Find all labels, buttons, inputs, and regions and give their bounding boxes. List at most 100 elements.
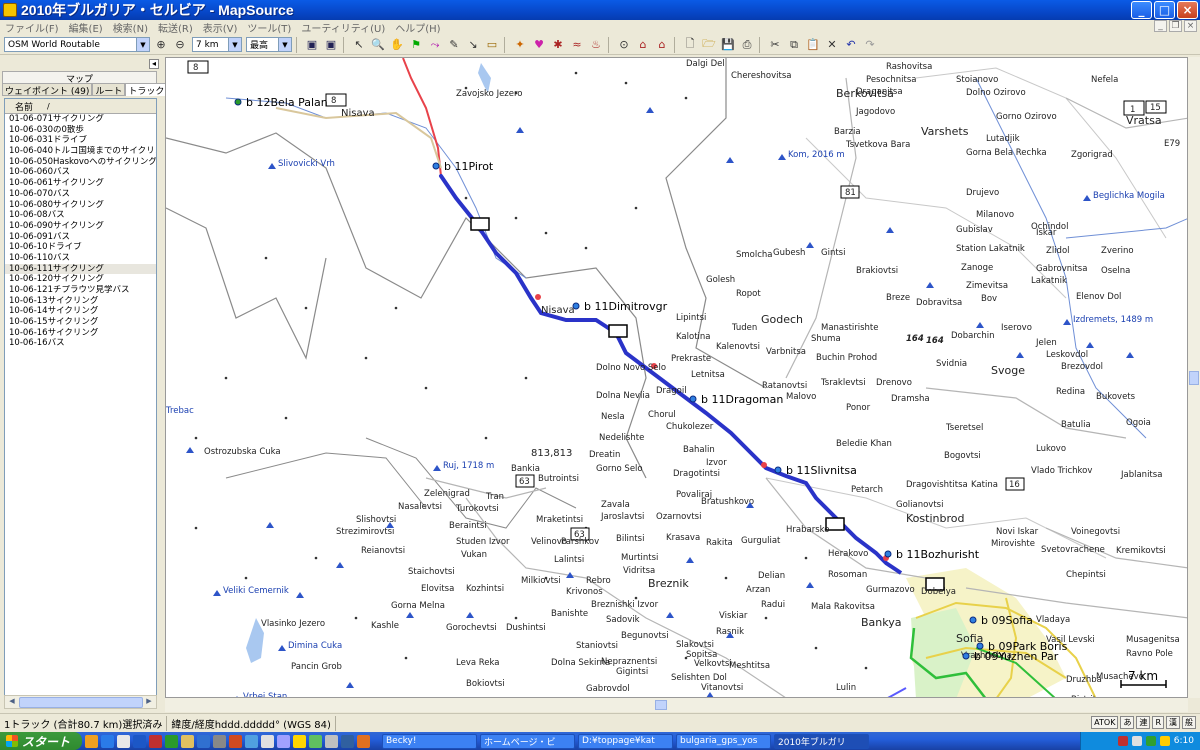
scrollbar-thumb[interactable]: [1189, 371, 1199, 385]
ime-mode[interactable]: あ: [1120, 716, 1135, 729]
mdi-minimize-icon[interactable]: _: [1154, 20, 1167, 32]
waypoint-marker-icon[interactable]: [884, 550, 892, 558]
curve-icon[interactable]: ≈: [569, 37, 585, 53]
save-icon[interactable]: 💾: [720, 37, 736, 53]
ime-general[interactable]: 般: [1182, 716, 1196, 729]
quicklaunch-icon[interactable]: [245, 734, 258, 748]
waypoint-marker-icon[interactable]: [962, 652, 970, 660]
route-tool-icon[interactable]: ⤳: [427, 37, 443, 53]
column-header-name[interactable]: 名前 /: [5, 99, 156, 114]
taskbar-item-mapsource[interactable]: 2010年ブルガリ: [774, 733, 869, 749]
track-list-item[interactable]: 01-06-071サイクリング: [5, 114, 156, 125]
track-list-item[interactable]: 10-06-16バス: [5, 338, 156, 349]
menu-transfer[interactable]: 転送(R): [153, 20, 198, 35]
list-horizontal-scrollbar[interactable]: ◀ ▶: [4, 695, 157, 709]
track-list-item[interactable]: 10-06-031ドライブ: [5, 135, 156, 146]
quicklaunch-icon[interactable]: [229, 734, 242, 748]
quicklaunch-icon[interactable]: [165, 734, 178, 748]
map-canvas[interactable]: 8 8 1 15 E79 81 63 63 16 164 164 813,813…: [166, 58, 1188, 698]
track-list-item[interactable]: 10-06-030の0散歩: [5, 125, 156, 136]
taskbar-item-homepage[interactable]: ホームページ・ビ: [480, 733, 575, 749]
zoom-out-icon[interactable]: ⊖: [172, 37, 188, 53]
quicklaunch-icon[interactable]: [181, 734, 194, 748]
track-list-item[interactable]: 10-06-08バス: [5, 210, 156, 221]
open-folder-icon[interactable]: 🗁: [701, 37, 717, 53]
ruler-icon[interactable]: ▭: [484, 37, 500, 53]
track-list-item[interactable]: 10-06-060バス: [5, 167, 156, 178]
waypoint-label[interactable]: b 11Dragoman: [701, 393, 783, 406]
scroll-right-icon[interactable]: ▶: [143, 697, 155, 708]
map-view[interactable]: 8 8 1 15 E79 81 63 63 16 164 164 813,813…: [165, 57, 1188, 698]
menu-file[interactable]: ファイル(F): [0, 20, 64, 35]
track-list-item[interactable]: 10-06-121チプラウツ見学バス: [5, 285, 156, 296]
scroll-left-icon[interactable]: ◀: [6, 697, 18, 708]
app-icon[interactable]: [3, 3, 17, 17]
track-list-item[interactable]: 10-06-15サイクリング: [5, 317, 156, 328]
track-list-item[interactable]: 10-06-111サイクリング: [5, 263, 156, 275]
scrollbar-thumb[interactable]: [19, 697, 143, 708]
waypoint-label[interactable]: b 11Dimitrovgr: [584, 300, 668, 313]
clock[interactable]: 6:10: [1174, 736, 1194, 746]
zoom-tool-icon[interactable]: 🔍: [370, 37, 386, 53]
delete-icon[interactable]: ✕: [824, 37, 840, 53]
ime-conversion[interactable]: 連: [1136, 716, 1151, 729]
menu-find[interactable]: 検索(N): [108, 20, 153, 35]
taskbar-item-bulgaria[interactable]: bulgaria_gps_yos: [676, 733, 771, 749]
tab-waypoints[interactable]: ウェイポイント (49): [2, 83, 93, 97]
redo-icon[interactable]: ↷: [862, 37, 878, 53]
tab-routes[interactable]: ルート: [92, 83, 126, 97]
new-file-icon[interactable]: 🗋: [682, 37, 698, 53]
menu-tools[interactable]: ツール(T): [242, 20, 296, 35]
heart-icon[interactable]: ♥: [531, 37, 547, 53]
waypoint-label[interactable]: b 12Bela Palan: [246, 96, 328, 109]
track-list-item[interactable]: 10-06-16サイクリング: [5, 328, 156, 339]
taskbar-item-becky[interactable]: Becky!: [382, 733, 477, 749]
waypoint-label[interactable]: b 09Sofia: [981, 614, 1033, 627]
taskbar-item-explorer[interactable]: D:¥toppage¥kat: [578, 733, 673, 749]
quicklaunch-icon[interactable]: [101, 734, 114, 748]
maximize-button[interactable]: □: [1154, 1, 1175, 19]
track-list-item[interactable]: 10-06-14サイクリング: [5, 306, 156, 317]
waypoint-marker-icon[interactable]: [774, 466, 782, 474]
paste-icon[interactable]: 📋: [805, 37, 821, 53]
waypoint-label[interactable]: b 09Yuzhen Par: [974, 650, 1059, 663]
waypoint-label[interactable]: b 11Pirot: [444, 160, 494, 173]
track-list-item[interactable]: 10-06-090サイクリング: [5, 221, 156, 232]
track-list-item[interactable]: 10-06-080サイクリング: [5, 200, 156, 211]
waypoint-label[interactable]: b 11Bozhurisht: [896, 548, 980, 561]
track-icon[interactable]: ✦: [512, 37, 528, 53]
print-icon[interactable]: ⎙: [739, 37, 755, 53]
close-button[interactable]: ×: [1177, 1, 1198, 19]
ime-atok[interactable]: ATOK: [1091, 716, 1119, 729]
waypoint-marker-icon[interactable]: [969, 616, 977, 624]
zoom-level-select[interactable]: 7 km ▼: [192, 37, 242, 52]
copy-icon[interactable]: ⧉: [786, 37, 802, 53]
map-receive-icon[interactable]: ▣: [304, 37, 320, 53]
quicklaunch-icon[interactable]: [213, 734, 226, 748]
track-list-item[interactable]: 10-06-040トルコ国境までのサイクリング: [5, 146, 156, 157]
quicklaunch-icon[interactable]: [341, 734, 354, 748]
map-horizontal-scrollbar[interactable]: [165, 698, 1188, 712]
detail-select[interactable]: 最高 ▼: [246, 37, 292, 52]
sparkle-icon[interactable]: ✱: [550, 37, 566, 53]
binoculars-icon[interactable]: ⊙: [616, 37, 632, 53]
quicklaunch-icon[interactable]: [309, 734, 322, 748]
tray-icon[interactable]: [1159, 736, 1170, 746]
quicklaunch-icon[interactable]: [277, 734, 290, 748]
ime-r[interactable]: R: [1152, 716, 1164, 729]
track-list-item[interactable]: 10-06-10ドライブ: [5, 242, 156, 253]
map-send-icon[interactable]: ▣: [323, 37, 339, 53]
menu-view[interactable]: 表示(V): [198, 20, 243, 35]
waypoint-marker-icon[interactable]: [432, 162, 440, 170]
undo-icon[interactable]: ↶: [843, 37, 859, 53]
track-list-item[interactable]: 10-06-091バス: [5, 232, 156, 243]
map-product-select[interactable]: OSM World Routable ▼: [4, 37, 150, 52]
track-list-item[interactable]: 10-06-061サイクリング: [5, 178, 156, 189]
tray-icon[interactable]: [1117, 736, 1128, 746]
waypoint-marker-icon[interactable]: [689, 395, 697, 403]
scrollbar-thumb[interactable]: [655, 700, 667, 710]
start-button[interactable]: スタート: [0, 732, 82, 750]
quicklaunch-icon[interactable]: [85, 734, 98, 748]
tray-icon[interactable]: [1131, 736, 1142, 746]
track-list-item[interactable]: 10-06-070バス: [5, 189, 156, 200]
